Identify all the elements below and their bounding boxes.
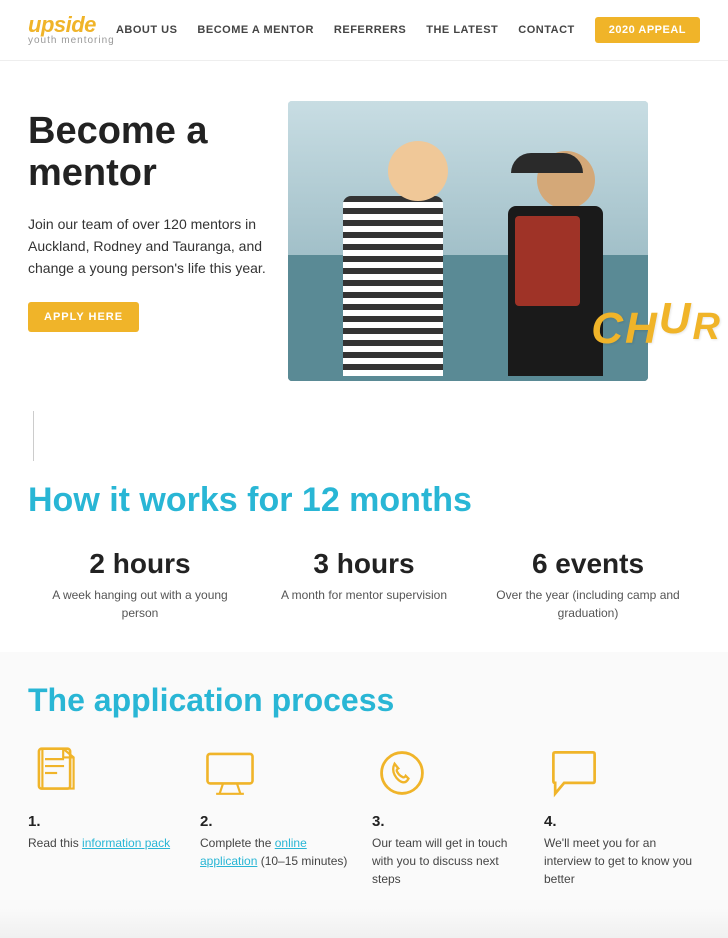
online-application-link[interactable]: online application (200, 836, 307, 868)
step-2-num: 2. (200, 813, 213, 830)
step-1-text: Read this information pack (28, 834, 170, 852)
how-number-1: 2 hours (38, 548, 242, 580)
how-item-hours-3: 3 hours A month for mentor supervision (252, 548, 476, 622)
how-desc-1: A week hanging out with a young person (38, 586, 242, 622)
application-steps: 1. Read this information pack 2. Complet… (28, 743, 700, 888)
chur-r: R (693, 308, 720, 346)
how-number-2: 3 hours (262, 548, 466, 580)
step-3: 3. Our team will get in touch with you t… (372, 743, 528, 888)
nav-about-us[interactable]: ABOUT US (116, 24, 177, 36)
chur-u: U (659, 297, 691, 341)
how-number-3: 6 events (486, 548, 690, 580)
apply-here-button[interactable]: APPLY HERE (28, 302, 139, 332)
step-3-text: Our team will get in touch with you to d… (372, 834, 528, 888)
step-4: 4. We'll meet you for an interview to ge… (544, 743, 700, 888)
step-2: 2. Complete the online application (10–1… (200, 743, 356, 888)
navigation: upside youth mentoring ABOUT US BECOME A… (0, 0, 728, 61)
how-it-works-section: How it works for 12 months 2 hours A wee… (0, 471, 728, 652)
step-1: 1. Read this information pack (28, 743, 184, 888)
vertical-line (33, 411, 34, 461)
hero-text: Become a mentor Join our team of over 12… (28, 111, 288, 332)
how-grid: 2 hours A week hanging out with a young … (28, 548, 700, 622)
step-1-num: 1. (28, 813, 41, 830)
nav-links: ABOUT US BECOME A MENTOR REFERRERS THE L… (116, 17, 700, 43)
chur-c: C (591, 307, 623, 351)
hero-title: Become a mentor (28, 111, 268, 195)
hero-image-wrap: C H U R (288, 101, 700, 381)
hero-section: Become a mentor Join our team of over 12… (0, 61, 728, 401)
nav-become-mentor[interactable]: BECOME A MENTOR (197, 24, 314, 36)
how-desc-3: Over the year (including camp and gradua… (486, 586, 690, 622)
nav-contact[interactable]: CONTACT (518, 24, 574, 36)
step-3-icon (372, 743, 432, 803)
application-title: The application process (28, 682, 700, 719)
divider (0, 411, 728, 461)
appeal-button[interactable]: 2020 APPEAL (595, 17, 700, 43)
how-item-hours-2: 2 hours A week hanging out with a young … (28, 548, 252, 622)
how-desc-2: A month for mentor supervision (262, 586, 466, 604)
step-2-text: Complete the online application (10–15 m… (200, 834, 356, 870)
step-2-icon (200, 743, 260, 803)
how-title: How it works for 12 months (28, 481, 700, 520)
step-4-icon (544, 743, 604, 803)
chur-overlay: C H U R (591, 297, 720, 351)
application-section: The application process 1. Read this inf… (0, 652, 728, 908)
logo-subtitle: youth mentoring (28, 36, 115, 46)
hero-description: Join our team of over 120 mentors in Auc… (28, 213, 268, 280)
step-3-num: 3. (372, 813, 385, 830)
nav-referrers[interactable]: REFERRERS (334, 24, 406, 36)
logo-upside: upside (28, 14, 115, 36)
information-pack-link[interactable]: information pack (82, 836, 170, 850)
step-1-icon (28, 743, 88, 803)
how-item-events: 6 events Over the year (including camp a… (476, 548, 700, 622)
step-4-text: We'll meet you for an interview to get t… (544, 834, 700, 888)
step-4-num: 4. (544, 813, 557, 830)
logo[interactable]: upside youth mentoring (28, 14, 115, 46)
chur-h: H (625, 307, 657, 351)
nav-the-latest[interactable]: THE LATEST (426, 24, 498, 36)
bottom-fade (0, 908, 728, 938)
